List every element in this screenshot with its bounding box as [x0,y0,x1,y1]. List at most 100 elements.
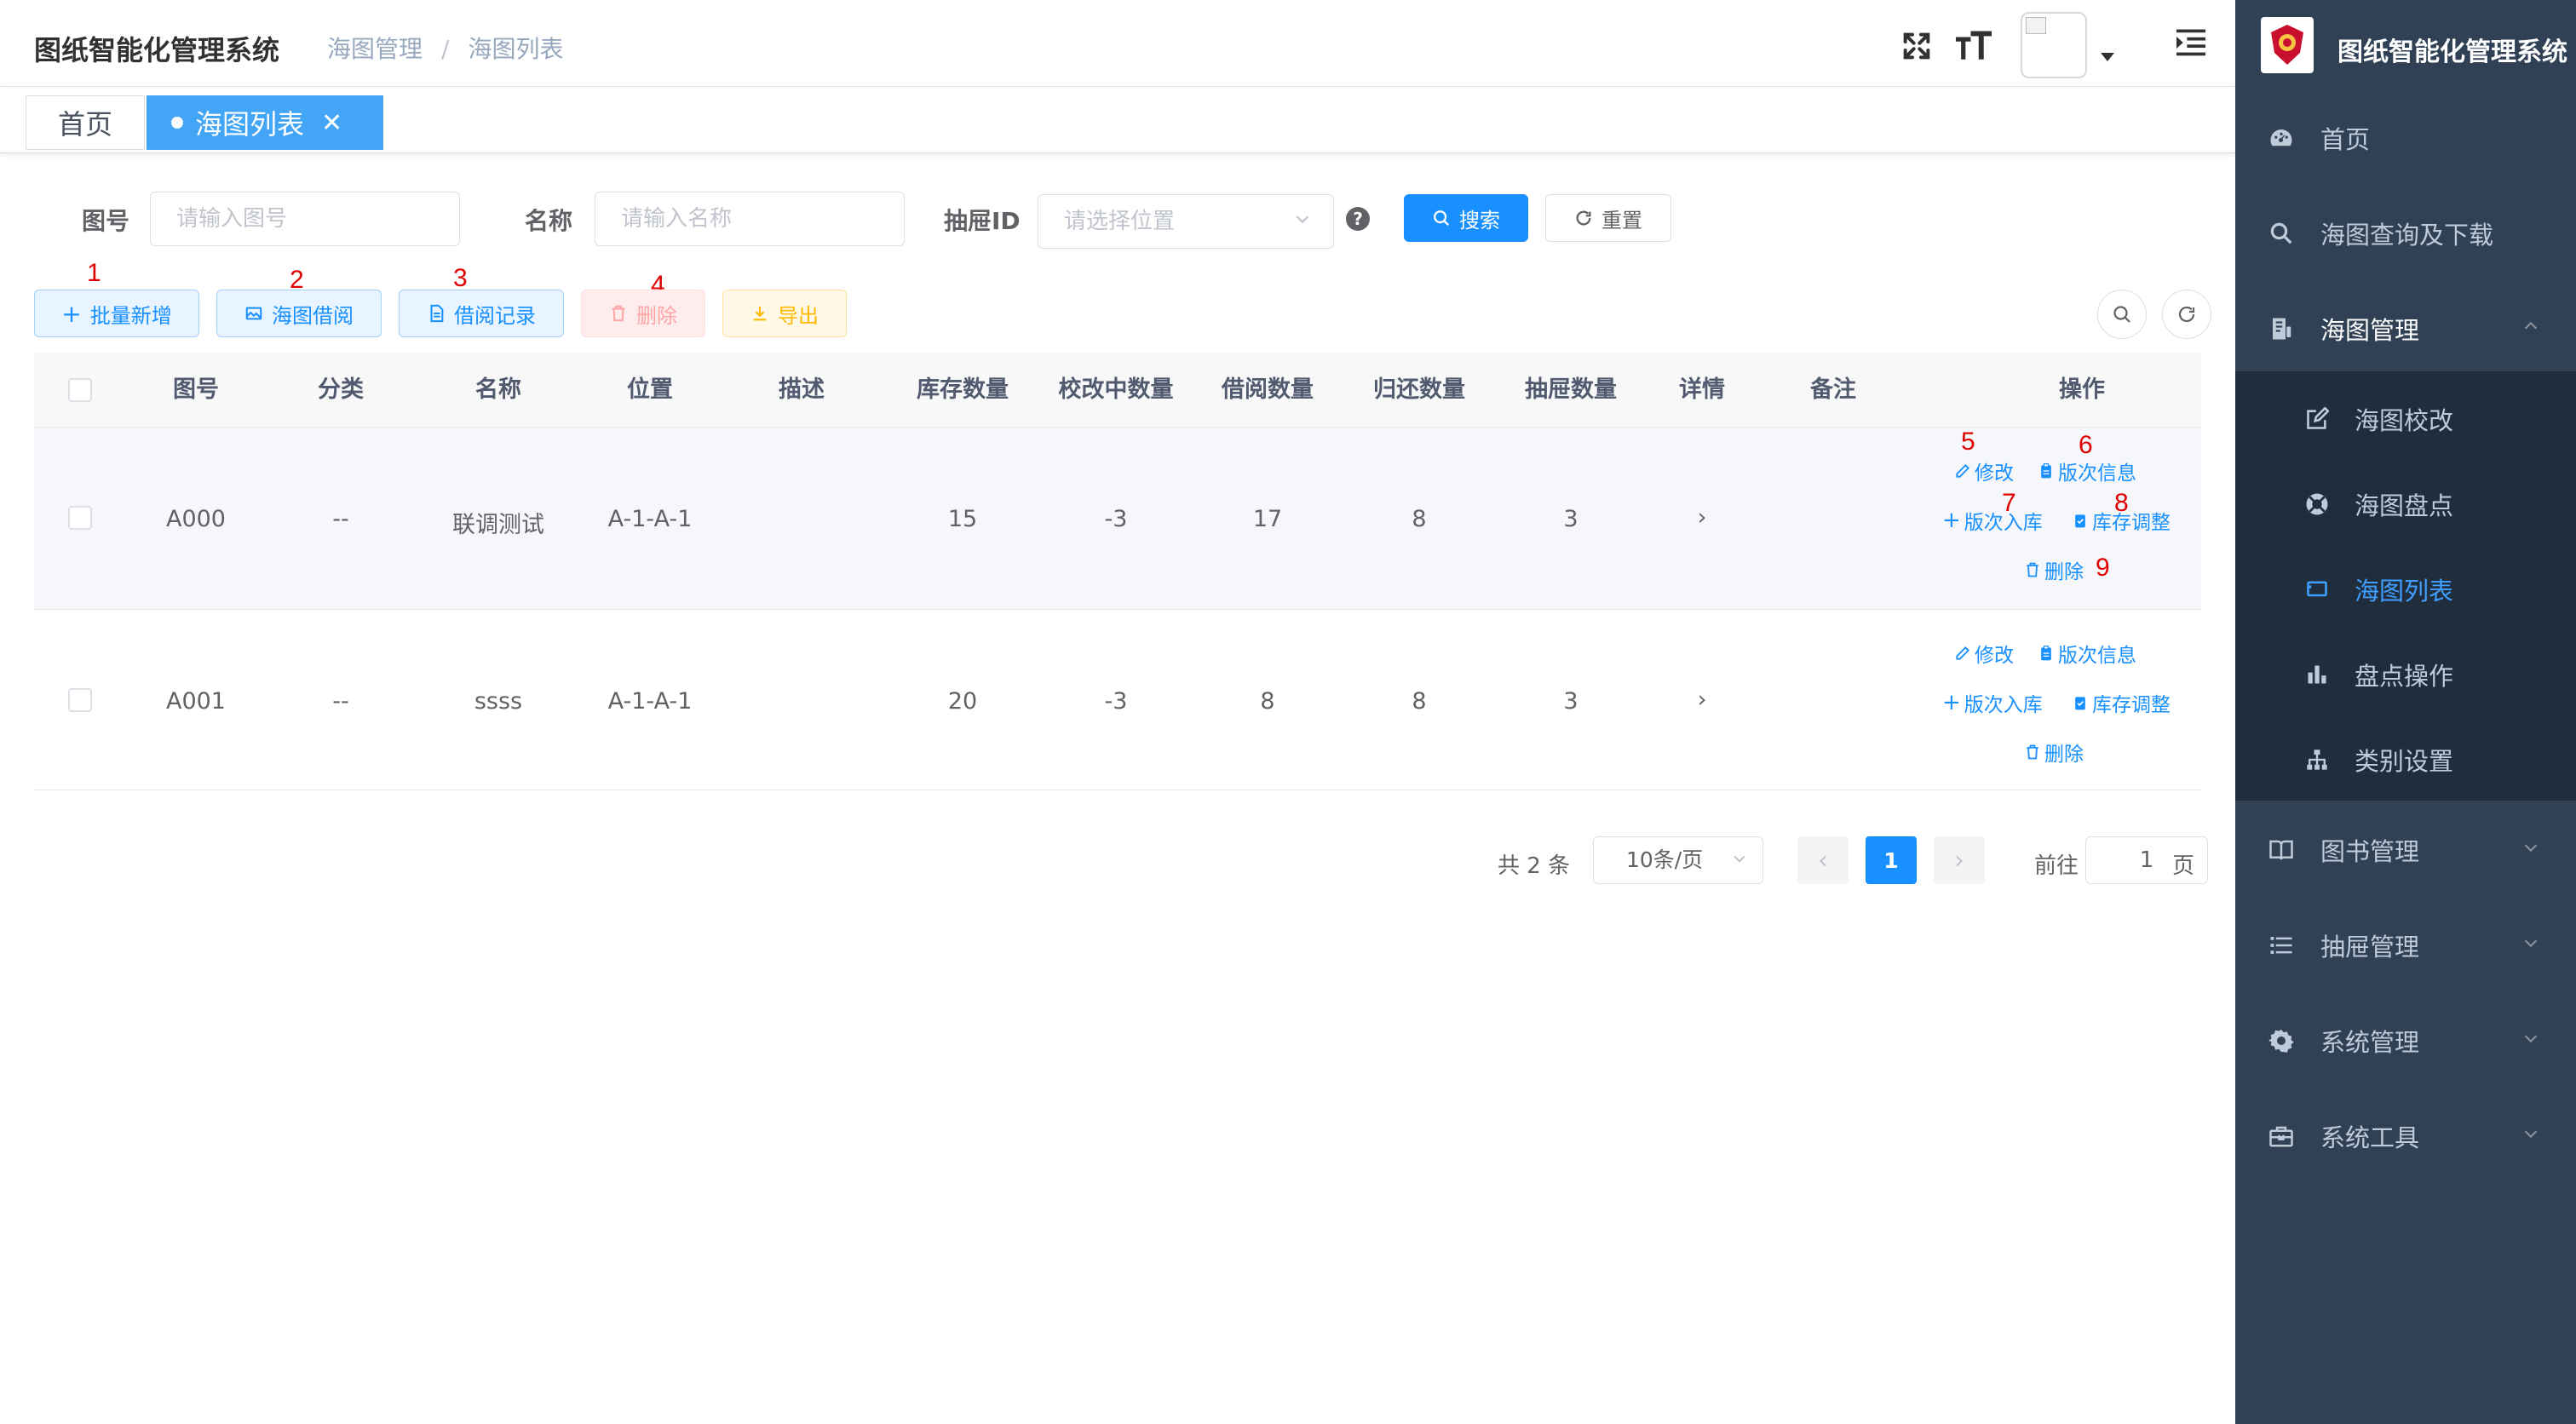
sidebar-item-chart-query[interactable]: 海图查询及下载 [2235,186,2576,281]
column-header[interactable]: 归还数量 [1343,353,1496,428]
sidebar-item-label: 盘点操作 [2355,662,2454,691]
row-version-in-link[interactable]: + 版次入库 [1942,506,2043,535]
navbar: 图纸智能化管理系统 海图管理 / 海图列表 [0,0,2235,87]
export-button[interactable]: 导出 [722,290,847,337]
plus-icon: + [1942,690,1961,715]
search-button[interactable]: 搜索 [1404,194,1528,242]
row-stock-adjust-label: 库存调整 [2092,694,2171,716]
help-icon[interactable]: ? [1346,207,1370,231]
column-header[interactable]: 库存数量 [886,353,1039,428]
name-input[interactable] [595,192,905,246]
chart-no-label: 图号 [82,207,130,235]
table-row[interactable]: A001 -- ssss A-1-A-1 20 -3 8 8 3 › 修改 版次… [34,610,2201,790]
cell-location: A-1-A-1 [607,506,693,532]
sidebar-item-category-settings[interactable]: 类别设置 [2235,717,2576,802]
caret-down-icon[interactable] [2101,53,2114,61]
tags-view: 首页 海图列表 ✕ [0,89,2235,153]
column-header[interactable]: 详情 [1668,353,1736,428]
sidebar-item-inventory-operation[interactable]: 盘点操作 [2235,632,2576,717]
row-delete-link[interactable]: 删除 [2024,555,2084,584]
breadcrumb-separator: / [441,35,450,63]
row-delete-link[interactable]: 删除 [2024,738,2084,767]
sidebar-item-chart-inventory[interactable]: 海图盘点 [2235,462,2576,547]
book-icon [2266,835,2297,865]
column-header[interactable]: 描述 [738,353,865,428]
refresh-button[interactable] [2162,290,2211,339]
delete-button[interactable]: 删除 [581,290,705,337]
reset-button[interactable]: 重置 [1545,194,1671,242]
detail-chevron-icon[interactable]: › [1685,686,1719,713]
column-header[interactable]: 图号 [136,353,256,428]
column-header[interactable]: 借阅数量 [1191,353,1344,428]
row-version-info-label: 版次信息 [2058,645,2136,667]
breadcrumb-item-chart-management[interactable]: 海图管理 [327,35,423,63]
next-page-button[interactable]: › [1934,836,1985,884]
sidebar-item-chart-list[interactable]: 海图列表 [2235,547,2576,632]
avatar[interactable] [2021,12,2087,78]
cell-chart-no: A000 [165,506,226,532]
bar-chart-icon [2302,659,2332,690]
edit-icon [1956,464,1969,478]
row-edit-link[interactable]: 修改 [1954,639,2014,668]
borrow-records-button[interactable]: 借阅记录 [399,290,564,337]
chevron-down-icon [2521,1124,2540,1148]
row-stock-adjust-link[interactable]: 库存调整 [2072,688,2171,717]
search-icon [2266,218,2297,249]
column-header[interactable]: 名称 [434,353,562,428]
close-icon[interactable]: ✕ [321,108,342,138]
tag-label: 首页 [57,108,112,141]
menu-fold-icon[interactable] [2174,26,2208,60]
cell-name: ssss [474,688,523,715]
column-header[interactable]: 校改中数量 [1031,353,1201,428]
active-dot-icon [171,117,183,129]
select-all-checkbox[interactable] [68,378,92,402]
reset-button-label: 重置 [1601,208,1642,233]
batch-add-button[interactable]: + 批量新增 [34,290,199,337]
row-version-in-link[interactable]: + 版次入库 [1942,688,2043,717]
broken-image-icon [2026,17,2046,34]
drawer-select[interactable]: 请选择位置 [1038,194,1334,249]
goto-label: 前往 [2034,853,2079,879]
cell-returned: 8 [1412,688,1427,715]
sidebar-item-system-management[interactable]: 系统管理 [2235,993,2576,1088]
column-header[interactable]: 位置 [586,353,714,428]
chevron-up-icon [2521,317,2540,341]
plus-icon: + [1942,508,1961,533]
column-header[interactable]: 分类 [290,353,392,428]
list-icon [2266,930,2297,961]
sidebar-item-label: 首页 [2320,125,2371,154]
column-header[interactable]: 备注 [1782,353,1884,428]
annotation-9: 9 [2096,554,2110,582]
cell-borrowed: 17 [1252,506,1283,532]
column-header[interactable]: 抽屉数量 [1494,353,1647,428]
table-row[interactable]: A000 -- 联调测试 A-1-A-1 15 -3 17 8 3 › 5 6 … [34,428,2201,610]
row-checkbox[interactable] [68,506,92,530]
tag-home[interactable]: 首页 [26,95,145,150]
row-checkbox[interactable] [68,688,92,712]
sidebar-item-drawer-management[interactable]: 抽屉管理 [2235,898,2576,993]
lifebuoy-icon [2302,489,2332,520]
search-icon [1434,210,1450,227]
fullscreen-icon[interactable] [1898,26,1935,66]
chart-no-input[interactable] [150,192,460,246]
sidebar-item-home[interactable]: 首页 [2235,90,2576,186]
row-version-info-link[interactable]: 版次信息 [2038,456,2136,485]
sidebar-item-book-management[interactable]: 图书管理 [2235,802,2576,898]
page-number-1[interactable]: 1 [1866,836,1917,884]
borrow-records-label: 借阅记录 [454,303,536,328]
font-size-icon[interactable] [1952,26,1995,66]
row-edit-link[interactable]: 修改 [1954,456,2014,485]
sidebar-item-chart-correction[interactable]: 海图校改 [2235,376,2576,462]
tag-chart-list[interactable]: 海图列表 ✕ [147,95,383,150]
toggle-search-button[interactable] [2097,290,2147,339]
sidebar-item-system-tools[interactable]: 系统工具 [2235,1088,2576,1184]
annotation-5: 5 [1961,428,1975,456]
row-version-info-link[interactable]: 版次信息 [2038,639,2136,668]
cell-drawers: 3 [1563,688,1578,715]
prev-page-button[interactable]: ‹ [1797,836,1849,884]
detail-chevron-icon[interactable]: › [1685,504,1719,531]
sidebar-item-chart-management[interactable]: 海图管理 [2235,281,2576,376]
column-header[interactable]: 操作 [1980,353,2184,428]
row-stock-adjust-link[interactable]: 库存调整 [2072,506,2171,535]
chart-borrow-button[interactable]: 海图借阅 [216,290,382,337]
